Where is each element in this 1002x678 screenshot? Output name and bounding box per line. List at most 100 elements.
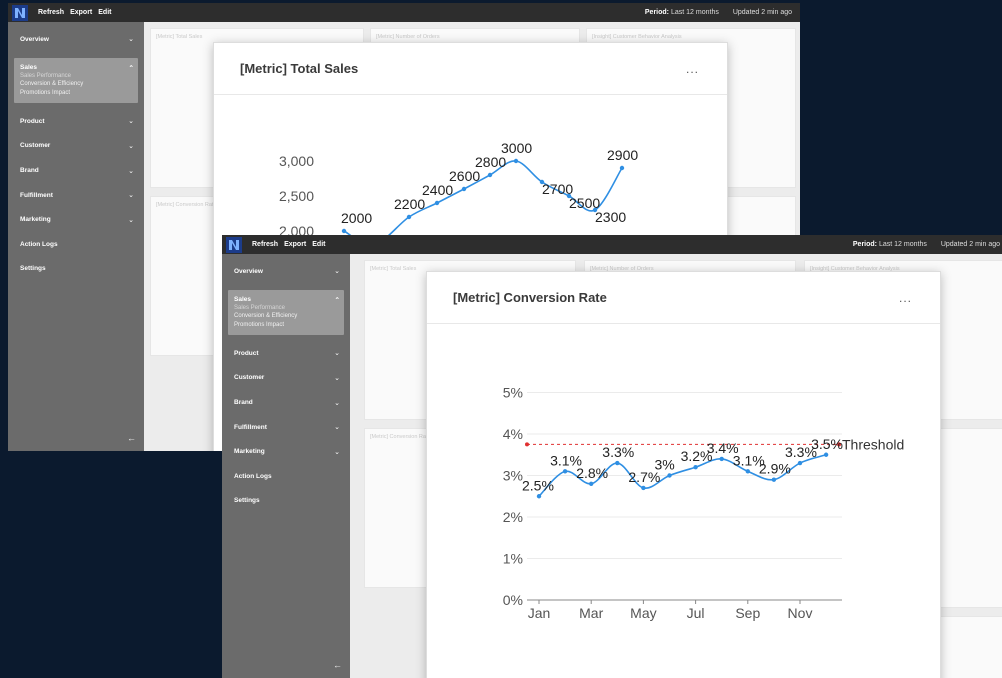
dashboard-content: [Metric] Total Sales [Metric] Number of … bbox=[350, 254, 1002, 678]
sidebar-subitem-conversion[interactable]: Conversion & Efficiency bbox=[20, 80, 134, 89]
sidebar-subitem-promotions[interactable]: Promotions Impact bbox=[234, 321, 340, 330]
sidebar-item-label: Action Logs bbox=[20, 240, 58, 248]
sidebar-item-marketing[interactable]: Marketing ⌄ bbox=[8, 207, 144, 232]
sidebar-item-action-logs[interactable]: Action Logs bbox=[222, 464, 350, 489]
y-tick-label: 5% bbox=[503, 385, 523, 401]
conversion-point bbox=[536, 494, 542, 499]
more-options-button[interactable]: ... bbox=[899, 291, 912, 305]
sidebar-group-sales[interactable]: Sales ⌃ Sales Performance Conversion & Ef… bbox=[14, 57, 138, 104]
sidebar-item-label: Product bbox=[234, 349, 259, 357]
sidebar-item-settings[interactable]: Settings bbox=[222, 489, 350, 514]
sidebar-item-label: Customer bbox=[234, 374, 265, 382]
data-label: 2600 bbox=[449, 168, 480, 184]
export-button[interactable]: Export bbox=[70, 9, 92, 16]
data-label: 2200 bbox=[394, 196, 425, 212]
more-options-button[interactable]: ... bbox=[686, 62, 699, 76]
sidebar-item-customer[interactable]: Customer ⌄ bbox=[8, 134, 144, 159]
chevron-down-icon: ⌄ bbox=[128, 36, 134, 44]
x-tick-label: Nov bbox=[788, 605, 813, 621]
conversion-point bbox=[797, 460, 803, 466]
conversion-point bbox=[745, 469, 750, 474]
conversion-point bbox=[562, 469, 568, 474]
conversion-point bbox=[589, 481, 594, 486]
data-label: 3.3% bbox=[602, 444, 634, 460]
chevron-down-icon: ⌄ bbox=[334, 448, 340, 456]
conversion-point bbox=[823, 452, 829, 457]
sidebar-item-label: Marketing bbox=[234, 448, 265, 456]
chevron-down-icon: ⌄ bbox=[128, 216, 134, 224]
period-selector[interactable]: Period: Last 12 months bbox=[645, 9, 719, 16]
sidebar: Overview ⌄ Sales ⌃ Sales Performance Conve… bbox=[222, 254, 350, 678]
sidebar-item-label: Customer bbox=[20, 142, 51, 150]
period-label: Period: bbox=[644, 9, 670, 16]
sidebar-item-label: Fulfillment bbox=[20, 191, 53, 199]
export-button[interactable]: Export bbox=[284, 241, 306, 248]
sidebar-item-brand[interactable]: Brand ⌄ bbox=[222, 390, 350, 415]
sales-point bbox=[461, 186, 467, 192]
sidebar-item-overview[interactable]: Overview ⌄ bbox=[8, 27, 144, 52]
refresh-button[interactable]: Refresh bbox=[38, 9, 64, 16]
sidebar-item-label: Product bbox=[20, 117, 45, 125]
conversion-point bbox=[771, 477, 777, 482]
data-label: 2000 bbox=[341, 210, 372, 226]
sidebar-item-label: Brand bbox=[234, 399, 253, 407]
sidebar-item-product[interactable]: Product ⌄ bbox=[222, 341, 350, 366]
sidebar-subitem-sales-performance[interactable]: Sales Performance bbox=[20, 72, 134, 81]
sales-point bbox=[487, 172, 493, 178]
sidebar-item-label: Settings bbox=[234, 497, 260, 505]
sidebar-item-action-logs[interactable]: Action Logs bbox=[8, 232, 144, 257]
period-value: Last 12 months bbox=[670, 9, 719, 16]
data-label: 3000 bbox=[501, 140, 532, 156]
refresh-button[interactable]: Refresh bbox=[252, 241, 278, 248]
period-selector[interactable]: Period: Last 12 months bbox=[853, 241, 927, 248]
modal-header: [Metric] Conversion Rate ... bbox=[427, 272, 940, 324]
y-tick-label: 3% bbox=[503, 468, 523, 484]
sidebar-item-label: Sales bbox=[234, 295, 251, 303]
edit-button[interactable]: Edit bbox=[312, 241, 325, 248]
data-label: 3% bbox=[655, 457, 675, 473]
chevron-down-icon: ⌄ bbox=[128, 142, 134, 150]
period-label: Period: bbox=[852, 241, 878, 248]
sidebar-item-customer[interactable]: Customer ⌄ bbox=[222, 366, 350, 391]
modal-title: [Metric] Conversion Rate bbox=[453, 290, 607, 305]
app-logo-icon bbox=[12, 4, 28, 21]
sidebar-item-brand[interactable]: Brand ⌄ bbox=[8, 158, 144, 183]
app-logo-icon bbox=[226, 236, 242, 253]
top-bar: Refresh Export Edit Period: Last 12 mont… bbox=[222, 235, 1002, 254]
x-tick-label: Mar bbox=[579, 605, 603, 621]
collapse-sidebar-icon[interactable]: ← bbox=[333, 660, 342, 670]
sidebar-item-label: Brand bbox=[20, 167, 39, 175]
sidebar-item-label: Sales bbox=[20, 63, 37, 71]
sidebar-item-settings[interactable]: Settings bbox=[8, 257, 144, 282]
y-tick-label: 3,000 bbox=[279, 153, 314, 169]
chevron-down-icon: ⌄ bbox=[334, 374, 340, 382]
x-tick-label: Jul bbox=[687, 605, 705, 621]
data-label: 2800 bbox=[475, 154, 506, 170]
modal-title: [Metric] Total Sales bbox=[240, 61, 359, 76]
sidebar-item-label: Marketing bbox=[20, 216, 51, 224]
y-tick-label: 0% bbox=[503, 592, 523, 608]
edit-button[interactable]: Edit bbox=[98, 9, 111, 16]
chevron-down-icon: ⌄ bbox=[334, 268, 340, 276]
sidebar-item-fulfillment[interactable]: Fulfillment ⌄ bbox=[222, 415, 350, 440]
chevron-down-icon: ⌄ bbox=[334, 350, 340, 358]
sidebar-group-sales[interactable]: Sales ⌃ Sales Performance Conversion & Ef… bbox=[228, 289, 344, 336]
sidebar-item-marketing[interactable]: Marketing ⌄ bbox=[222, 439, 350, 464]
sidebar-subitem-promotions[interactable]: Promotions Impact bbox=[20, 89, 134, 98]
sidebar-item-overview[interactable]: Overview ⌄ bbox=[222, 259, 350, 284]
sidebar-subitem-sales-performance[interactable]: Sales Performance bbox=[234, 304, 340, 313]
sales-point bbox=[341, 228, 347, 234]
y-tick-label: 2% bbox=[503, 509, 523, 525]
sidebar-item-fulfillment[interactable]: Fulfillment ⌄ bbox=[8, 183, 144, 208]
sidebar-item-label: Overview bbox=[20, 35, 49, 43]
sidebar-item-label: Settings bbox=[20, 265, 46, 273]
modal-conversion-rate: [Metric] Conversion Rate ... 0% 1% 2% 3% 4% 5… bbox=[426, 271, 941, 678]
collapse-sidebar-icon[interactable]: ← bbox=[127, 433, 136, 443]
chevron-down-icon: ⌄ bbox=[128, 118, 134, 126]
x-tick-label: May bbox=[630, 605, 656, 621]
data-label: 3.5% bbox=[811, 436, 843, 452]
sidebar-item-product[interactable]: Product ⌄ bbox=[8, 109, 144, 134]
sidebar-subitem-conversion[interactable]: Conversion & Efficiency bbox=[234, 312, 340, 321]
chevron-down-icon: ⌄ bbox=[334, 399, 340, 407]
updated-status: Updated 2 min ago bbox=[732, 9, 792, 16]
